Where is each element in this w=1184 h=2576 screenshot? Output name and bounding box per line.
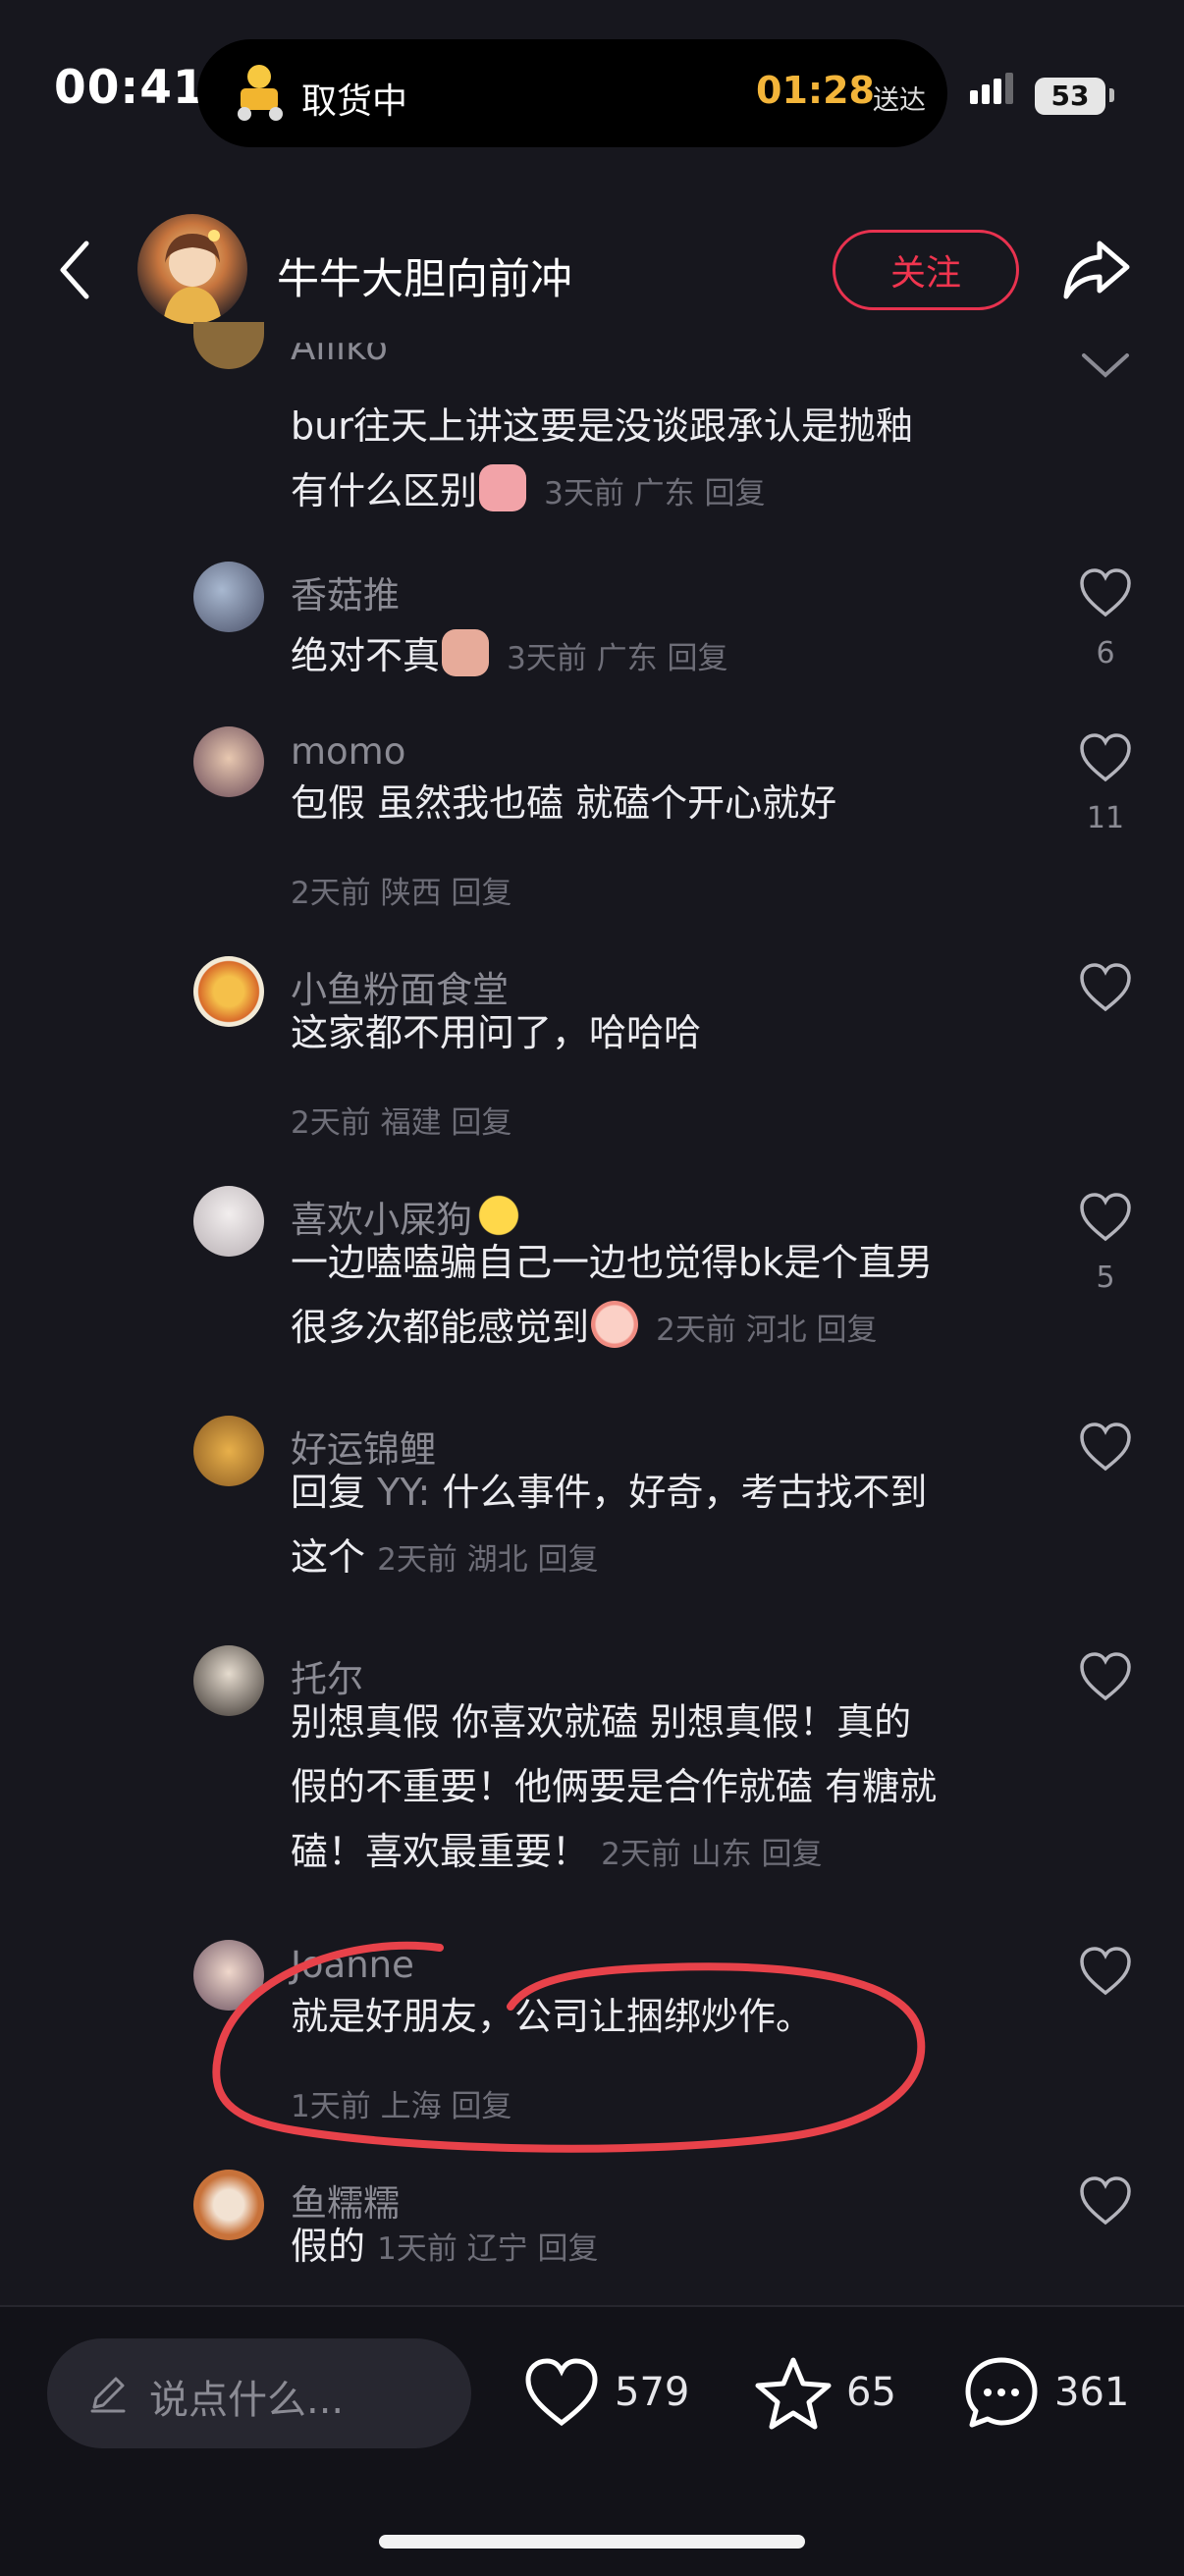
like-heart-icon[interactable] [1078,1422,1133,1473]
comment-text-line: 假的 1天前 辽宁 回复 [291,2214,599,2282]
island-eta-suffix: 送达 [873,85,926,116]
like-count-total: 579 [615,2370,690,2415]
reply-prefix: 回复 [291,1471,378,1514]
comment-text-line2: 这个 2天前 湖北 回复 [291,1525,599,1593]
commenter-avatar[interactable] [193,1940,264,2011]
comment-text-line2: 有什么区别 3天前 广东 回复 [291,458,766,527]
follow-button[interactable]: 关注 [833,230,1019,310]
share-icon[interactable] [1060,236,1133,304]
like-heart-icon[interactable] [1078,567,1133,618]
comment-meta: 3天前 广东 回复 [544,476,766,511]
comment-text-line3: 磕！喜欢最重要！ 2天前 山东 回复 [291,1819,823,1888]
delivery-rider-icon [238,65,283,121]
comment-text-fragment: 磕！喜欢最重要！ [291,1830,590,1873]
blushing-emoji-icon [591,1301,639,1348]
comment-meta: 1天前 上海 回复 [291,2089,512,2124]
comment-text-line2: 假的不重要！他俩要是合作就磕 有糖就 [291,1765,938,1808]
author-name[interactable]: 牛牛大胆向前冲 [277,245,572,306]
commenter-avatar[interactable] [193,956,264,1027]
pencil-icon [90,2377,126,2413]
comment-meta: 2天前 河北 回复 [656,1313,878,1348]
chevron-down-icon[interactable] [1078,351,1133,381]
comment-meta: 3天前 广东 回复 [507,641,728,676]
comment-text: bur往天上讲这要是没谈跟承认是抛釉 [291,404,913,448]
commenter-avatar[interactable] [193,1186,264,1257]
comment-text-line: 绝对不真 3天前 广东 回复 [291,623,728,692]
comment-meta: 2天前 山东 回复 [601,1837,823,1872]
comment-text-line2: 很多次都能感觉到 2天前 河北 回复 [291,1295,878,1364]
comment-count: 361 [1054,2370,1130,2415]
commenter-avatar[interactable] [193,1645,264,1716]
like-heart-icon[interactable] [1078,1192,1133,1243]
comment-text-fragment: 有什么区别 [291,469,478,512]
favorite-button[interactable]: 65 [754,2354,911,2433]
commenter-avatar[interactable] [193,2170,264,2240]
like-heart-icon[interactable] [1078,1651,1133,1702]
back-arrow-icon[interactable] [51,236,100,304]
like-count: 5 [1096,1261,1115,1295]
pig-emoji-icon [479,464,527,511]
comments-button[interactable]: 361 [962,2354,1139,2433]
island-eta: 01:28 [756,69,875,112]
like-count: 11 [1086,801,1125,835]
comment-text-fragment: 这个 [291,1535,366,1579]
comment-text: 假的 [291,2225,366,2268]
home-indicator[interactable] [379,2535,805,2549]
comment-input[interactable]: 说点什么... [47,2338,471,2448]
battery-icon: 53 [1035,78,1105,115]
comment-meta: 2天前 福建 回复 [291,1105,512,1141]
heart-icon [525,2358,598,2427]
author-avatar[interactable] [137,214,247,324]
comment-meta: 2天前 陕西 回复 [291,876,512,911]
comment-text: 包假 虽然我也磕 就磕个开心就好 [291,781,837,825]
like-button[interactable]: 579 [522,2354,699,2433]
like-heart-icon[interactable] [1078,962,1133,1013]
commenter-name[interactable]: Ailiko [291,343,388,368]
like-count: 6 [1096,636,1115,671]
commenter-name[interactable]: 香菇推 [291,565,400,618]
comment-text-line1: 回复 YY: 什么事件，好奇，考古找不到 [291,1460,927,1526]
author-avatar-illustration [163,230,222,324]
comment-text-fragment: 很多次都能感觉到 [291,1306,590,1349]
comment-text: 一边嗑嗑骗自己一边也觉得bk是个直男 [291,1241,934,1284]
commenter-avatar[interactable] [193,322,264,369]
comment-meta: 2天前 湖北 回复 [377,1542,599,1578]
comment-bubble-icon [965,2357,1038,2428]
comment-text: 绝对不真 [291,634,441,677]
battery-tip [1109,88,1114,102]
comment-text: 什么事件，好奇，考古找不到 [430,1471,928,1514]
island-status-text: 取货中 [301,81,408,122]
comment-input-placeholder: 说点什么... [149,2378,345,2423]
commenter-avatar[interactable] [193,726,264,797]
reply-mention[interactable]: YY: [377,1471,430,1514]
comment-text: 别想真假 你喜欢就磕 别想真假！真的 [291,1700,912,1744]
comment-meta: 1天前 辽宁 回复 [377,2231,599,2267]
star-icon [755,2357,832,2430]
like-heart-icon[interactable] [1078,2175,1133,2227]
favorite-count: 65 [846,2370,896,2415]
commenter-name[interactable]: momo [291,730,405,773]
like-heart-icon[interactable] [1078,1946,1133,1997]
crying-emoji-icon [442,629,490,676]
comment-text: 这家都不用问了，哈哈哈 [291,1011,702,1054]
status-time: 00:41 [54,61,206,115]
like-heart-icon[interactable] [1078,732,1133,783]
commenter-avatar[interactable] [193,562,264,632]
commenter-avatar[interactable] [193,1416,264,1486]
commenter-name[interactable]: Joanne [291,1944,414,1986]
comment-text: 就是好朋友，公司让捆绑炒作。 [291,1995,814,2038]
dynamic-island[interactable]: 取货中 01:28 送达 [197,39,947,147]
